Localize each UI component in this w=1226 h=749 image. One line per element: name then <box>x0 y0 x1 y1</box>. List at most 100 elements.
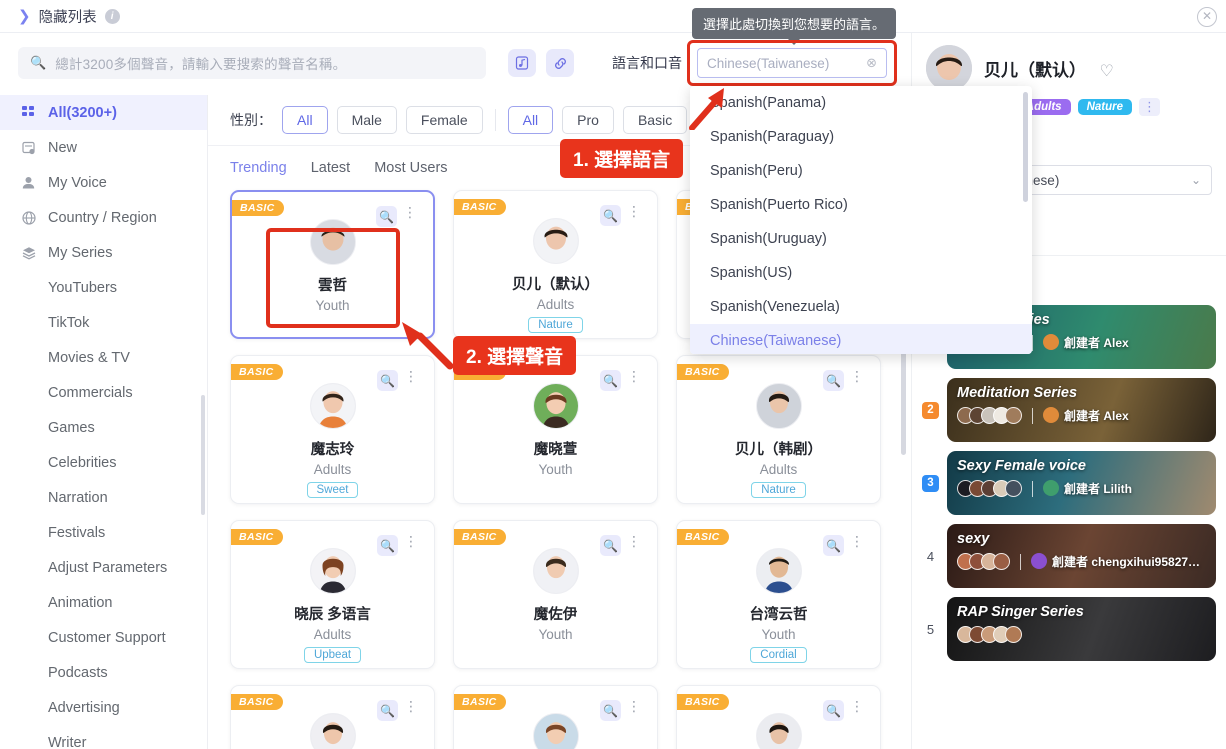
magnifier-icon[interactable]: 🔍 <box>823 370 844 391</box>
language-combo[interactable]: Chinese(Taiwanese) ⊗ <box>687 40 897 86</box>
sidebar-item-new[interactable]: New <box>0 130 207 165</box>
magnifier-icon[interactable]: 🔍 <box>600 700 621 721</box>
sidebar-scrollbar[interactable] <box>201 395 205 515</box>
sidebar-item-celebrities[interactable]: Celebrities <box>0 445 207 480</box>
sidebar-item-label: YouTubers <box>48 279 118 296</box>
dropdown-option[interactable]: Spanish(Puerto Rico) <box>690 188 1032 222</box>
more-vertical-icon[interactable]: ⋮ <box>627 534 641 548</box>
right-panel-voice-name: 贝儿（默认） <box>984 60 1086 80</box>
magnifier-icon[interactable]: 🔍 <box>823 535 844 556</box>
sidebar-item-label: Narration <box>48 489 108 506</box>
sidebar-item-my-series[interactable]: My Series <box>0 235 207 270</box>
dropdown-option[interactable]: Spanish(Venezuela) <box>690 290 1032 324</box>
sidebar-item-adjust-parameters[interactable]: Adjust Parameters <box>0 550 207 585</box>
sidebar-item-label: Games <box>48 419 95 436</box>
dropdown-scrollbar[interactable] <box>1023 92 1028 202</box>
language-combo-input[interactable]: Chinese(Taiwanese) ⊗ <box>697 48 887 78</box>
list-item[interactable]: 4 sexy 創建者 chengxihui95827… <box>922 524 1216 588</box>
list-item[interactable]: 5 RAP Singer Series <box>922 597 1216 661</box>
sidebar-item-podcasts[interactable]: Podcasts <box>0 655 207 690</box>
link-icon[interactable] <box>546 49 574 77</box>
music-note-icon[interactable] <box>508 49 536 77</box>
sidebar-item-animation[interactable]: Animation <box>0 585 207 620</box>
sidebar-item-customer-support[interactable]: Customer Support <box>0 620 207 655</box>
tab-most-users[interactable]: Most Users <box>374 160 447 176</box>
hide-list-label[interactable]: 隐藏列表 <box>39 6 97 27</box>
more-vertical-icon[interactable]: ⋮ <box>850 369 864 383</box>
more-vertical-icon[interactable]: ⋮ <box>1139 98 1160 116</box>
dropdown-option-selected[interactable]: Chinese(Taiwanese) <box>690 324 1032 354</box>
magnifier-icon[interactable]: 🔍 <box>823 700 844 721</box>
sidebar-item-country-region[interactable]: Country / Region <box>0 200 207 235</box>
heart-outline-icon[interactable]: ♡ <box>1099 63 1113 80</box>
language-dropdown[interactable]: Spanish(Panama) Spanish(Paraguay) Spanis… <box>690 86 1032 354</box>
sidebar-item-label: Adjust Parameters <box>48 559 168 576</box>
voice-card[interactable]: BASIC 🔍 ⋮ <box>453 685 658 749</box>
sidebar-item-games[interactable]: Games <box>0 410 207 445</box>
magnifier-icon[interactable]: 🔍 <box>377 535 398 556</box>
dropdown-option[interactable]: Spanish(Uruguay) <box>690 222 1032 256</box>
more-vertical-icon[interactable]: ⋮ <box>627 699 641 713</box>
dropdown-option[interactable]: Spanish(Peru) <box>690 154 1032 188</box>
dropdown-option[interactable]: Spanish(Paraguay) <box>690 120 1032 154</box>
tab-latest[interactable]: Latest <box>311 160 351 176</box>
magnifier-icon[interactable]: 🔍 <box>376 206 397 227</box>
gender-filter-all[interactable]: All <box>282 106 328 134</box>
sidebar-item-narration[interactable]: Narration <box>0 480 207 515</box>
sidebar-item-writer[interactable]: Writer <box>0 725 207 749</box>
more-vertical-icon[interactable]: ⋮ <box>404 534 418 548</box>
voice-card[interactable]: BASIC 🔍 ⋮ 魔佐伊 Youth <box>453 520 658 669</box>
voice-card[interactable]: BASIC 🔍 ⋮ <box>676 685 881 749</box>
tab-trending[interactable]: Trending <box>230 160 287 176</box>
voice-card[interactable]: BASIC 🔍 ⋮ <box>230 685 435 749</box>
clear-circle-icon[interactable]: ⊗ <box>866 55 877 71</box>
divider <box>1032 407 1033 424</box>
more-vertical-icon[interactable]: ⋮ <box>627 369 641 383</box>
magnifier-icon[interactable]: 🔍 <box>600 370 621 391</box>
gender-filter-male[interactable]: Male <box>336 106 397 134</box>
more-vertical-icon[interactable]: ⋮ <box>404 369 418 383</box>
voice-card[interactable]: BASIC 🔍 ⋮ 魔志玲 Adults Sweet <box>230 355 435 504</box>
member-avatars <box>957 480 1022 497</box>
sidebar-item-commercials[interactable]: Commercials <box>0 375 207 410</box>
more-vertical-icon[interactable]: ⋮ <box>403 205 417 219</box>
info-icon[interactable]: i <box>104 8 120 24</box>
sidebar-item-advertising[interactable]: Advertising <box>0 690 207 725</box>
arrow-to-language <box>689 88 724 130</box>
list-item[interactable]: 2 Meditation Series 創建者 Alex <box>922 378 1216 442</box>
plan-filter-basic[interactable]: Basic <box>622 106 688 134</box>
plan-filter-pro[interactable]: Pro <box>562 106 614 134</box>
sidebar-item-movies-tv[interactable]: Movies & TV <box>0 340 207 375</box>
voice-card[interactable]: BASIC 🔍 ⋮ 贝儿（韩剧） Adults Nature <box>676 355 881 504</box>
annotation-step-2: 2. 選擇聲音 <box>453 336 577 375</box>
series-thumbnail[interactable]: sexy 創建者 chengxihui95827… <box>947 524 1216 588</box>
chevron-right-icon[interactable]: ❯ <box>18 9 31 24</box>
voice-card[interactable]: BASIC 🔍 ⋮ 贝儿（默认） Adults Nature <box>453 190 658 339</box>
more-vertical-icon[interactable]: ⋮ <box>850 534 864 548</box>
magnifier-icon[interactable]: 🔍 <box>377 700 398 721</box>
plan-filter-all[interactable]: All <box>507 106 554 134</box>
more-vertical-icon[interactable]: ⋮ <box>627 204 641 218</box>
gender-filter-female[interactable]: Female <box>405 106 483 134</box>
search-input[interactable]: 🔍 總計3200多個聲音，請輸入要搜索的聲音名稱。 <box>18 47 486 79</box>
more-vertical-icon[interactable]: ⋮ <box>850 699 864 713</box>
sidebar-item-all[interactable]: All(3200+) <box>0 95 207 130</box>
dropdown-option[interactable]: Spanish(Panama) <box>690 86 1032 120</box>
magnifier-icon[interactable]: 🔍 <box>377 370 398 391</box>
sidebar-item-festivals[interactable]: Festivals <box>0 515 207 550</box>
sidebar-item-youtubers[interactable]: YouTubers <box>0 270 207 305</box>
magnifier-icon[interactable]: 🔍 <box>600 205 621 226</box>
series-thumbnail[interactable]: Sexy Female voice 創建者 Lilith <box>947 451 1216 515</box>
voice-card[interactable]: BASIC 🔍 ⋮ 台湾云哲 Youth Cordial <box>676 520 881 669</box>
magnifier-icon[interactable]: 🔍 <box>600 535 621 556</box>
list-item[interactable]: 3 Sexy Female voice 創建者 Lilith <box>922 451 1216 515</box>
close-icon[interactable]: ✕ <box>1197 7 1217 27</box>
sidebar-item-tiktok[interactable]: TikTok <box>0 305 207 340</box>
series-thumbnail[interactable]: Meditation Series 創建者 Alex <box>947 378 1216 442</box>
series-thumbnail[interactable]: RAP Singer Series <box>947 597 1216 661</box>
dropdown-option[interactable]: Spanish(US) <box>690 256 1032 290</box>
more-vertical-icon[interactable]: ⋮ <box>404 699 418 713</box>
voice-card[interactable]: BASIC 🔍 ⋮ 魔晓萱 Youth <box>453 355 658 504</box>
sidebar-item-my-voice[interactable]: My Voice <box>0 165 207 200</box>
voice-card[interactable]: BASIC 🔍 ⋮ 晓辰 多语言 Adults Upbeat <box>230 520 435 669</box>
